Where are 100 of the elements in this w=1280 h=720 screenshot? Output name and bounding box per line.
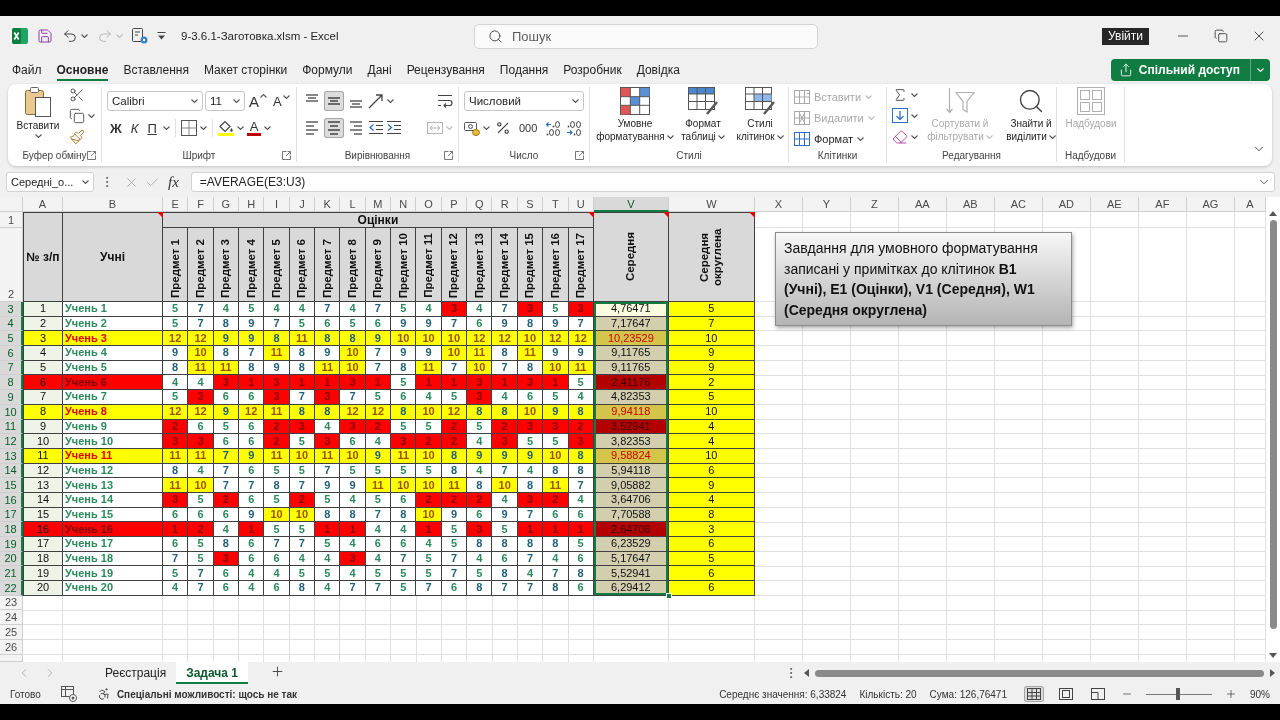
fill-handle[interactable] [665, 592, 672, 599]
format-as-table-button[interactable]: Формат таблиці [677, 87, 729, 143]
column-header[interactable]: F [188, 197, 214, 212]
paint-bucket-icon[interactable] [217, 120, 234, 136]
align-center-icon[interactable] [324, 118, 344, 138]
accessibility-icon[interactable] [96, 687, 111, 701]
row-header[interactable]: 1 [0, 212, 23, 228]
format-cells-button[interactable]: Формат [794, 129, 865, 148]
copy-icon[interactable] [69, 108, 85, 124]
formula-field[interactable]: =AVERAGE(E3:U3) [190, 172, 1275, 192]
caret-icon[interactable] [34, 134, 42, 138]
column-header[interactable]: H [239, 197, 265, 212]
decrease-decimal-icon[interactable] [545, 120, 562, 136]
indent-increase-icon[interactable] [386, 120, 402, 136]
name-box[interactable]: Середні_о... [6, 172, 94, 192]
underline-button[interactable]: П [144, 121, 160, 135]
column-header[interactable]: AG [1186, 197, 1235, 212]
zoom-level[interactable]: 90% [1250, 688, 1270, 700]
page-layout-icon[interactable] [1056, 686, 1076, 702]
column-header[interactable]: E [163, 197, 189, 212]
caret-icon[interactable] [911, 114, 918, 118]
column-header[interactable]: Z [850, 197, 899, 212]
sheet-tab[interactable]: Реєстрація [95, 662, 177, 684]
find-select-button[interactable]: Знайти й виділити [1002, 87, 1060, 143]
grow-font-button[interactable]: A [247, 93, 269, 109]
column-header[interactable]: G [213, 197, 240, 212]
ribbon-tab[interactable]: Макет сторінки [204, 59, 288, 81]
column-header[interactable]: L [340, 197, 366, 212]
document-settings-icon[interactable] [132, 28, 148, 44]
border-grid-icon[interactable] [180, 120, 197, 136]
caret-icon[interactable] [82, 180, 89, 184]
caret-icon[interactable] [911, 93, 918, 97]
column-header[interactable]: N [391, 197, 417, 212]
dialog-launcher-icon[interactable] [444, 150, 453, 160]
ribbon-tab[interactable]: Рецензування [406, 59, 485, 81]
insert-function-button[interactable]: fx [166, 174, 181, 190]
column-header[interactable]: I [264, 197, 290, 212]
scrollbar-thumb[interactable] [1269, 220, 1277, 629]
scroll-down-icon[interactable] [1269, 653, 1277, 658]
accessibility-status[interactable]: Спеціальні можливості: щось не так [116, 688, 298, 700]
column-header[interactable]: AE [1090, 197, 1139, 212]
caret-icon[interactable] [1048, 135, 1056, 140]
row-header[interactable]: 2 [0, 228, 23, 302]
row-header[interactable]: 3 [0, 302, 23, 317]
ribbon-tab[interactable]: Файл [12, 59, 42, 81]
eraser-icon[interactable] [892, 129, 908, 145]
page-break-preview-icon[interactable] [1088, 686, 1108, 702]
font-color-button[interactable]: A [246, 120, 262, 136]
conditional-formatting-button[interactable]: Умовне форматування [595, 87, 675, 143]
column-header[interactable]: U [568, 197, 594, 212]
cell-styles-button[interactable]: Стилі клітинок [731, 87, 789, 143]
wrap-text-icon[interactable] [437, 93, 453, 109]
zoom-slider-thumb[interactable] [1175, 688, 1180, 700]
caret-icon[interactable] [199, 126, 207, 130]
column-header[interactable]: X [754, 197, 803, 212]
caret-icon[interactable] [162, 126, 170, 130]
caret-icon[interactable] [857, 136, 865, 141]
search-box[interactable]: Пошук [474, 23, 818, 49]
font-size-dropdown[interactable]: 11 [205, 91, 245, 111]
column-header[interactable]: K [315, 197, 341, 212]
column-header[interactable]: A [23, 197, 63, 212]
column-header[interactable]: M [365, 197, 392, 212]
row-header[interactable]: 15 [0, 478, 23, 493]
diagonal-arrow-icon[interactable] [368, 93, 384, 109]
column-header[interactable]: AB [946, 197, 995, 212]
caret-icon[interactable] [387, 99, 394, 103]
caret-icon[interactable] [572, 99, 579, 103]
caret-icon[interactable] [282, 94, 290, 99]
bold-button[interactable]: Ж [107, 121, 125, 135]
align-middle-icon[interactable] [324, 91, 344, 111]
ribbon-tab[interactable]: Вставлення [123, 59, 189, 81]
row-header[interactable]: 6 [0, 346, 23, 361]
banknote-icon[interactable] [464, 120, 480, 136]
dialog-launcher-icon[interactable] [282, 150, 291, 160]
column-header[interactable]: V [593, 197, 669, 212]
column-header[interactable]: AF [1138, 197, 1187, 212]
row-header[interactable]: 25 [0, 625, 23, 640]
column-header[interactable]: AC [994, 197, 1043, 212]
row-header[interactable]: 9 [0, 390, 23, 405]
caret-icon[interactable] [911, 135, 918, 139]
caret-icon[interactable] [717, 135, 725, 140]
zoom-in-icon[interactable] [1225, 688, 1237, 700]
ribbon-tab[interactable]: Формули [302, 59, 353, 81]
column-header[interactable]: R [492, 197, 518, 212]
save-icon[interactable] [37, 28, 53, 44]
caret-icon[interactable] [81, 34, 88, 38]
sigma-icon[interactable] [892, 87, 908, 103]
caret-icon[interactable] [666, 135, 674, 140]
share-button[interactable]: Спільний доступ [1110, 59, 1270, 81]
new-sheet-icon[interactable] [270, 663, 285, 679]
column-header[interactable]: A [1234, 197, 1266, 212]
caret-icon[interactable] [88, 114, 95, 118]
column-header[interactable]: AA [898, 197, 947, 212]
caret-icon[interactable] [191, 99, 198, 103]
row-header[interactable]: 12 [0, 434, 23, 449]
column-header[interactable]: W [668, 197, 755, 212]
column-header[interactable]: O [416, 197, 442, 212]
column-header[interactable]: Y [802, 197, 851, 212]
percent-icon[interactable] [495, 120, 511, 136]
row-header[interactable]: 24 [0, 610, 23, 626]
